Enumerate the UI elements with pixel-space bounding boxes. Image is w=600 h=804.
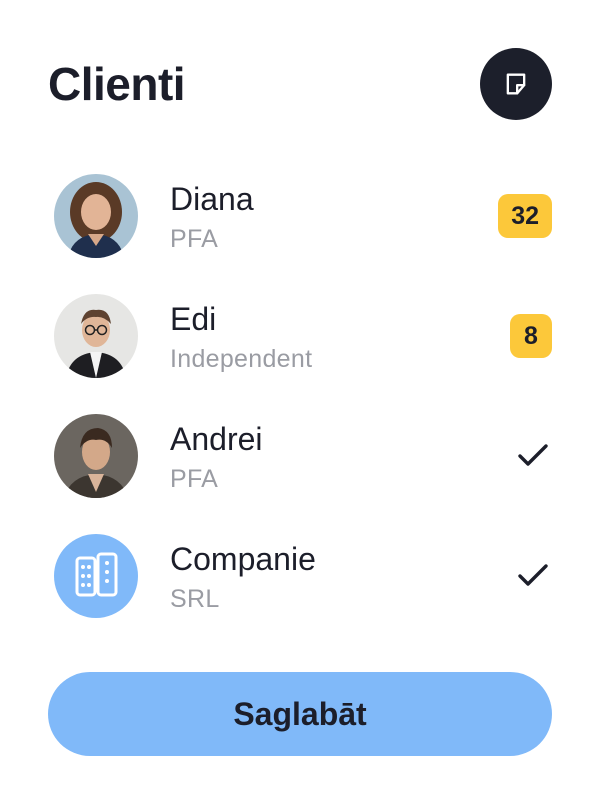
client-name: Diana bbox=[170, 181, 254, 217]
client-type: SRL bbox=[170, 585, 220, 613]
count-badge: 32 bbox=[498, 194, 552, 238]
client-list: Diana PFA 32 Edi Independent 8 Andrei PF… bbox=[48, 156, 552, 636]
photo-diana bbox=[54, 174, 138, 258]
page-title: Clienti bbox=[48, 58, 186, 110]
client-name: Companie bbox=[170, 541, 316, 577]
client-type: PFA bbox=[170, 225, 219, 253]
header: Clienti bbox=[48, 48, 552, 120]
sticky-note-icon bbox=[506, 73, 526, 95]
client-row-diana[interactable]: Diana PFA 32 bbox=[48, 156, 552, 276]
check-icon bbox=[518, 564, 548, 586]
client-row-andrei[interactable]: Andrei PFA bbox=[48, 396, 552, 516]
save-button[interactable]: Saglabāt bbox=[48, 672, 552, 756]
avatar bbox=[54, 294, 138, 378]
note-button[interactable] bbox=[480, 48, 552, 120]
check-icon bbox=[518, 444, 548, 466]
photo-andrei bbox=[54, 414, 138, 498]
building-icon bbox=[54, 534, 138, 618]
avatar bbox=[54, 534, 138, 618]
client-row-companie[interactable]: Companie SRL bbox=[48, 516, 552, 636]
client-name: Edi bbox=[170, 301, 217, 337]
client-row-edi[interactable]: Edi Independent 8 bbox=[48, 276, 552, 396]
count-badge: 8 bbox=[510, 314, 552, 358]
client-name: Andrei bbox=[170, 421, 263, 457]
client-type: Independent bbox=[170, 345, 313, 373]
photo-edi bbox=[54, 294, 138, 378]
client-type: PFA bbox=[170, 465, 219, 493]
avatar bbox=[54, 174, 138, 258]
avatar bbox=[54, 414, 138, 498]
